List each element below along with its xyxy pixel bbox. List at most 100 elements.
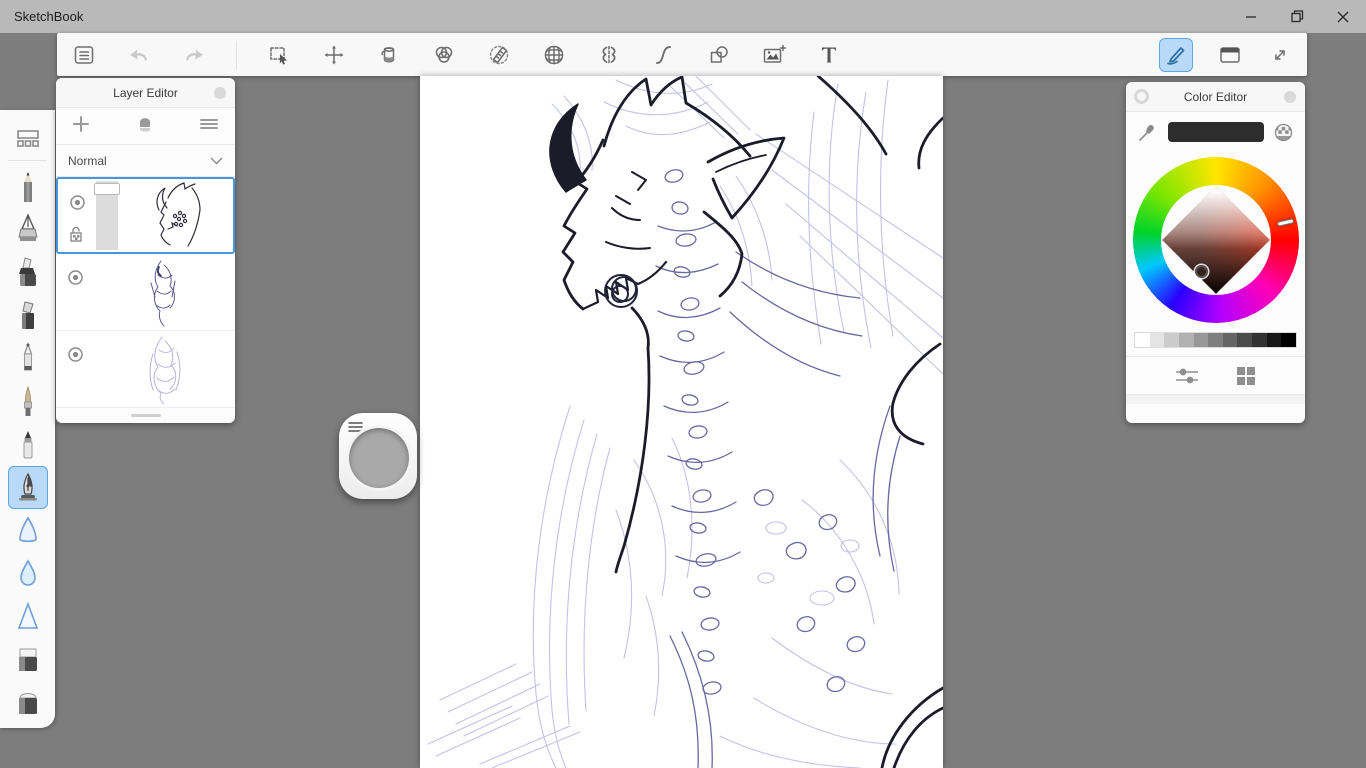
symmetry-tool-button[interactable] [596, 42, 622, 68]
layer-opacity-slider[interactable] [96, 181, 118, 250]
layer-row-1[interactable] [56, 177, 235, 254]
selection-tool-button[interactable] [266, 42, 292, 68]
brush-mode-button[interactable] [1159, 38, 1193, 72]
color-wheel-area [1126, 152, 1305, 328]
layer-editor-header[interactable]: Layer Editor [56, 78, 235, 108]
layer-row-3[interactable] [56, 331, 235, 408]
color-view-switcher [1126, 356, 1305, 394]
brush-water-blend[interactable] [8, 552, 48, 595]
chisel-marker-icon [16, 256, 40, 290]
brush-hard-eraser[interactable] [8, 638, 48, 681]
layer-visibility-icon[interactable] [67, 269, 84, 286]
layer-visibility-icon[interactable] [67, 346, 84, 363]
ballpoint-pen-icon [18, 342, 38, 376]
grayscale-swatch[interactable] [1281, 333, 1296, 347]
toolbar-right-group [1159, 38, 1293, 72]
interface-icon [1217, 43, 1243, 67]
minimize-button[interactable] [1228, 0, 1274, 33]
grayscale-swatch[interactable] [1208, 333, 1223, 347]
grayscale-swatch[interactable] [1164, 333, 1179, 347]
saturation-cursor[interactable] [1195, 265, 1208, 278]
brush-puck[interactable] [339, 413, 417, 499]
brush-smudge[interactable] [8, 509, 48, 552]
sliders-view-icon[interactable] [1174, 366, 1200, 386]
brush-puck-dial[interactable] [349, 428, 409, 488]
color-swatch-row [1126, 112, 1305, 152]
layer-marker-button[interactable] [137, 114, 153, 139]
brush-paintbrush[interactable] [8, 380, 48, 423]
add-layer-button[interactable] [72, 115, 90, 138]
blend-mode-value: Normal [68, 154, 107, 168]
color-editor-header[interactable]: Color Editor [1126, 82, 1305, 112]
color-palette-icon[interactable] [1274, 123, 1293, 142]
previous-color-ring-icon[interactable] [1134, 89, 1149, 104]
brush-soft-eraser[interactable] [8, 681, 48, 724]
stroke-icon [652, 43, 676, 67]
brush-chisel-marker[interactable] [8, 251, 48, 294]
brush-triangle-smudge[interactable] [8, 595, 48, 638]
panel-footer [1126, 394, 1305, 404]
panel-collapse-dot[interactable] [1284, 91, 1296, 103]
brush-angled-pen[interactable] [8, 294, 48, 337]
selection-icon [267, 43, 291, 67]
nib-pen-icon [16, 472, 40, 504]
color-adjust-button[interactable] [431, 42, 457, 68]
predictive-stroke-button[interactable] [651, 42, 677, 68]
perspective-tool-button[interactable] [541, 42, 567, 68]
sidebar-divider [8, 160, 47, 161]
fullscreen-icon [1268, 43, 1292, 67]
undo-button[interactable] [126, 42, 152, 68]
grayscale-swatch[interactable] [1252, 333, 1267, 347]
blend-mode-dropdown[interactable]: Normal [56, 145, 235, 177]
paintbrush-icon [19, 385, 37, 419]
grayscale-swatch[interactable] [1237, 333, 1252, 347]
transform-tool-button[interactable] [321, 42, 347, 68]
redo-button[interactable] [181, 42, 207, 68]
brush-felt-tip-pen[interactable] [8, 423, 48, 466]
brush-pencil[interactable] [8, 165, 48, 208]
shapes-icon [707, 43, 731, 67]
felt-tip-pen-icon [19, 429, 37, 461]
transparency-lock-icon[interactable] [69, 225, 84, 242]
layer-thumbnail [116, 334, 206, 404]
shapes-tool-button[interactable] [706, 42, 732, 68]
brush-library-button[interactable] [8, 120, 48, 158]
brush-ballpoint-pen[interactable] [8, 337, 48, 380]
pencil-icon [17, 170, 39, 204]
opacity-slider-handle[interactable] [94, 183, 120, 195]
menu-button[interactable] [71, 42, 97, 68]
fullscreen-button[interactable] [1267, 42, 1293, 68]
grayscale-swatch[interactable] [1179, 333, 1194, 347]
panel-collapse-dot[interactable] [214, 87, 226, 99]
current-color-swatch[interactable] [1168, 122, 1264, 142]
brush-nib-pen[interactable] [8, 466, 48, 509]
chevron-down-icon [210, 157, 223, 165]
color-wheel[interactable] [1133, 157, 1299, 323]
grayscale-swatch[interactable] [1194, 333, 1209, 347]
toolbar-divider [236, 41, 237, 69]
grayscale-swatch[interactable] [1267, 333, 1282, 347]
layer-menu-button[interactable] [199, 117, 219, 136]
close-button[interactable] [1320, 0, 1366, 33]
swatches-view-icon[interactable] [1235, 365, 1257, 387]
layer-visibility-icon[interactable] [69, 194, 86, 211]
grayscale-swatch[interactable] [1223, 333, 1238, 347]
grayscale-swatch[interactable] [1150, 333, 1165, 347]
layer-thumbnail [116, 257, 206, 327]
fill-tool-button[interactable] [376, 42, 402, 68]
angled-pen-icon [17, 300, 39, 332]
brush-inking-pen[interactable] [8, 208, 48, 251]
ruler-tool-button[interactable] [486, 42, 512, 68]
eyedropper-icon[interactable] [1138, 122, 1158, 142]
triangle-icon [15, 601, 41, 633]
canvas[interactable] [420, 76, 943, 768]
interface-button[interactable] [1217, 42, 1243, 68]
grayscale-swatch[interactable] [1135, 333, 1150, 347]
layer-editor-title: Layer Editor [113, 86, 178, 100]
text-tool-button[interactable] [816, 42, 842, 68]
restore-button[interactable] [1274, 0, 1320, 33]
layer-row-2[interactable] [56, 254, 235, 331]
import-image-button[interactable] [761, 42, 787, 68]
titlebar: SketchBook [0, 0, 1366, 33]
panel-resize-handle[interactable] [131, 414, 161, 417]
